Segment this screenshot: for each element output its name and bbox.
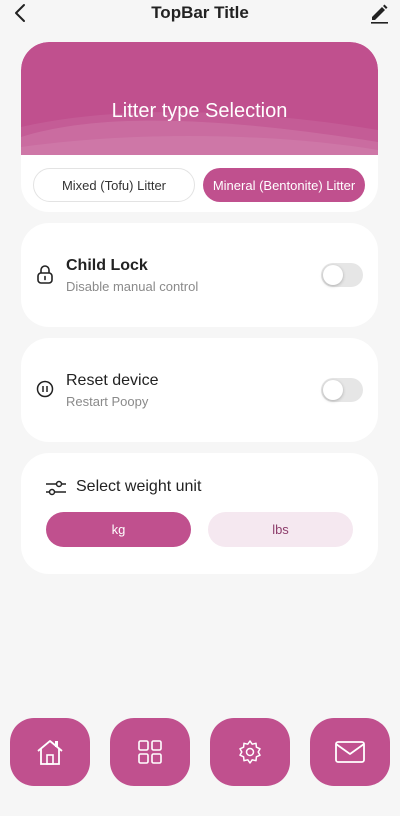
nav-grid-button[interactable]	[110, 718, 190, 786]
pause-circle-icon	[36, 380, 54, 398]
reset-device-title: Reset device	[66, 372, 159, 389]
weight-unit-card: Select weight unit kg lbs	[21, 453, 378, 574]
lock-icon	[37, 265, 53, 284]
reset-device-card: Reset device Restart Poopy	[21, 338, 378, 442]
unit-lbs-button[interactable]: lbs	[208, 512, 353, 547]
nav-mail-button[interactable]	[310, 718, 390, 786]
pencil-icon[interactable]	[368, 2, 390, 24]
mineral-litter-option[interactable]: Mineral (Bentonite) Litter	[203, 168, 365, 202]
child-lock-card: Child Lock Disable manual control	[21, 223, 378, 327]
sliders-icon	[46, 480, 66, 496]
unit-kg-button[interactable]: kg	[46, 512, 191, 547]
mixed-litter-option[interactable]: Mixed (Tofu) Litter	[33, 168, 195, 202]
toggle-knob	[323, 265, 343, 285]
grid-icon	[138, 740, 162, 764]
gear-icon	[239, 740, 261, 764]
litter-type-card: Litter type Selection Mixed (Tofu) Litte…	[21, 42, 378, 212]
child-lock-toggle[interactable]	[321, 263, 363, 287]
toggle-knob	[323, 380, 343, 400]
mail-icon	[335, 741, 365, 763]
weight-unit-title: Select weight unit	[76, 478, 202, 495]
banner-waves	[21, 112, 378, 155]
top-bar: TopBar Title	[0, 0, 400, 28]
child-lock-subtitle: Disable manual control	[66, 279, 199, 294]
reset-device-toggle[interactable]	[321, 378, 363, 402]
page-title: TopBar Title	[151, 3, 249, 22]
litter-banner: Litter type Selection	[21, 42, 378, 155]
nav-home-button[interactable]	[10, 718, 90, 786]
child-lock-title: Child Lock	[66, 257, 148, 274]
home-icon	[37, 740, 63, 765]
reset-device-subtitle: Restart Poopy	[66, 394, 149, 409]
nav-settings-button[interactable]	[210, 718, 290, 786]
litter-title: Litter type Selection	[111, 100, 288, 122]
